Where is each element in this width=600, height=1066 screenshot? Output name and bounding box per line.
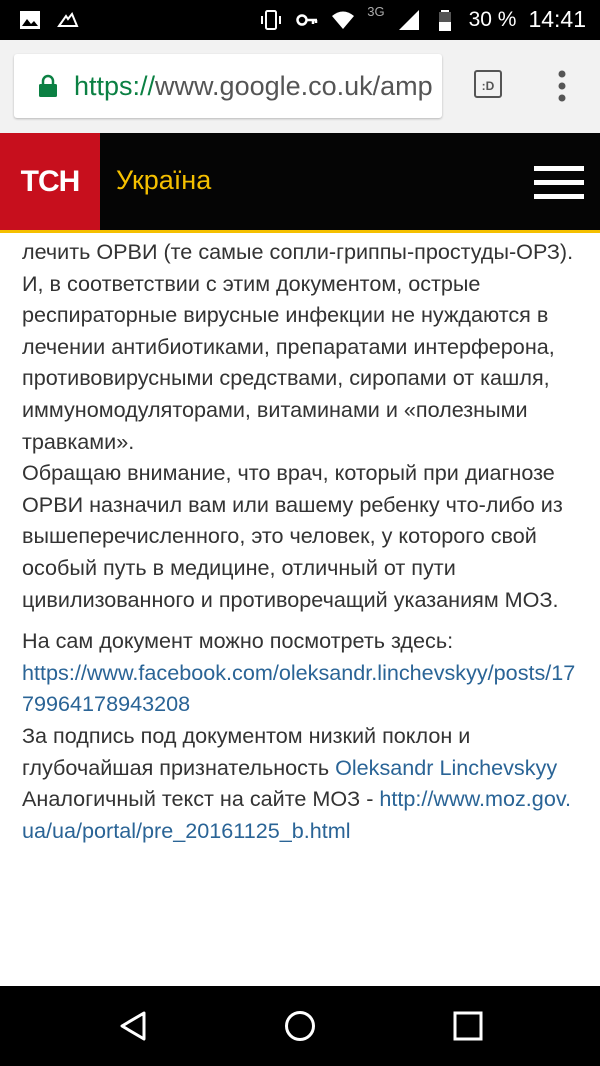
- article-paragraph: Обращаю внимание, что врач, который при …: [22, 460, 563, 612]
- system-navigation-bar: [0, 986, 600, 1066]
- overflow-menu-icon[interactable]: [558, 70, 566, 102]
- facebook-post-link[interactable]: https://www.facebook.com/oleksandr.linch…: [22, 660, 575, 717]
- address-bar[interactable]: https://www.google.co.uk/amp: [14, 54, 442, 118]
- section-title[interactable]: Україна: [116, 165, 211, 196]
- author-link[interactable]: Oleksandr Linchevskyy: [335, 755, 557, 780]
- paragraph-text: Аналогичный текст на сайте МОЗ -: [22, 786, 380, 812]
- site-header: ТСН Україна: [0, 133, 600, 233]
- recents-icon[interactable]: [452, 1010, 484, 1042]
- wifi-icon: [332, 11, 355, 29]
- article-paragraph: Аналогичный текст на сайте МОЗ - http://…: [22, 783, 582, 846]
- article-body: лечить ОРВИ (те самые сопли-гриппы-прост…: [22, 236, 582, 986]
- vibrate-icon: [261, 9, 282, 30]
- home-icon[interactable]: [284, 1010, 316, 1042]
- key-icon: [296, 13, 318, 26]
- article-paragraph: И, в соответствии с этим документом, ост…: [22, 270, 555, 454]
- url-host: www.google.co.uk/amp: [155, 71, 433, 101]
- app-notification-icon: [57, 12, 79, 27]
- lock-icon[interactable]: [38, 74, 58, 98]
- article-paragraph: За подпись под документом низкий поклон …: [22, 720, 582, 783]
- article-paragraph: На сам документ можно посмотреть здесь: h…: [22, 625, 582, 720]
- status-bar: 3G 30 % 14:41: [0, 0, 600, 40]
- signal-icon: [398, 9, 419, 30]
- back-icon[interactable]: [118, 1010, 150, 1042]
- hamburger-menu-icon[interactable]: [534, 166, 584, 200]
- tab-switcher-button[interactable]: :D: [474, 70, 502, 98]
- clock: 14:41: [528, 6, 586, 32]
- url-scheme: https://: [74, 71, 156, 101]
- image-icon: [20, 11, 40, 29]
- battery-level: 30 %: [468, 7, 517, 31]
- tsn-logo[interactable]: ТСН: [0, 133, 100, 230]
- network-type: 3G: [367, 4, 385, 19]
- article-paragraph: лечить ОРВИ (те самые сопли-гриппы-прост…: [22, 239, 574, 264]
- battery-icon: [438, 9, 451, 31]
- paragraph-text: На сам документ можно посмотреть здесь:: [22, 628, 454, 654]
- url-text[interactable]: https://www.google.co.uk/amp: [74, 71, 434, 102]
- browser-toolbar: https://www.google.co.uk/amp :D: [0, 40, 600, 133]
